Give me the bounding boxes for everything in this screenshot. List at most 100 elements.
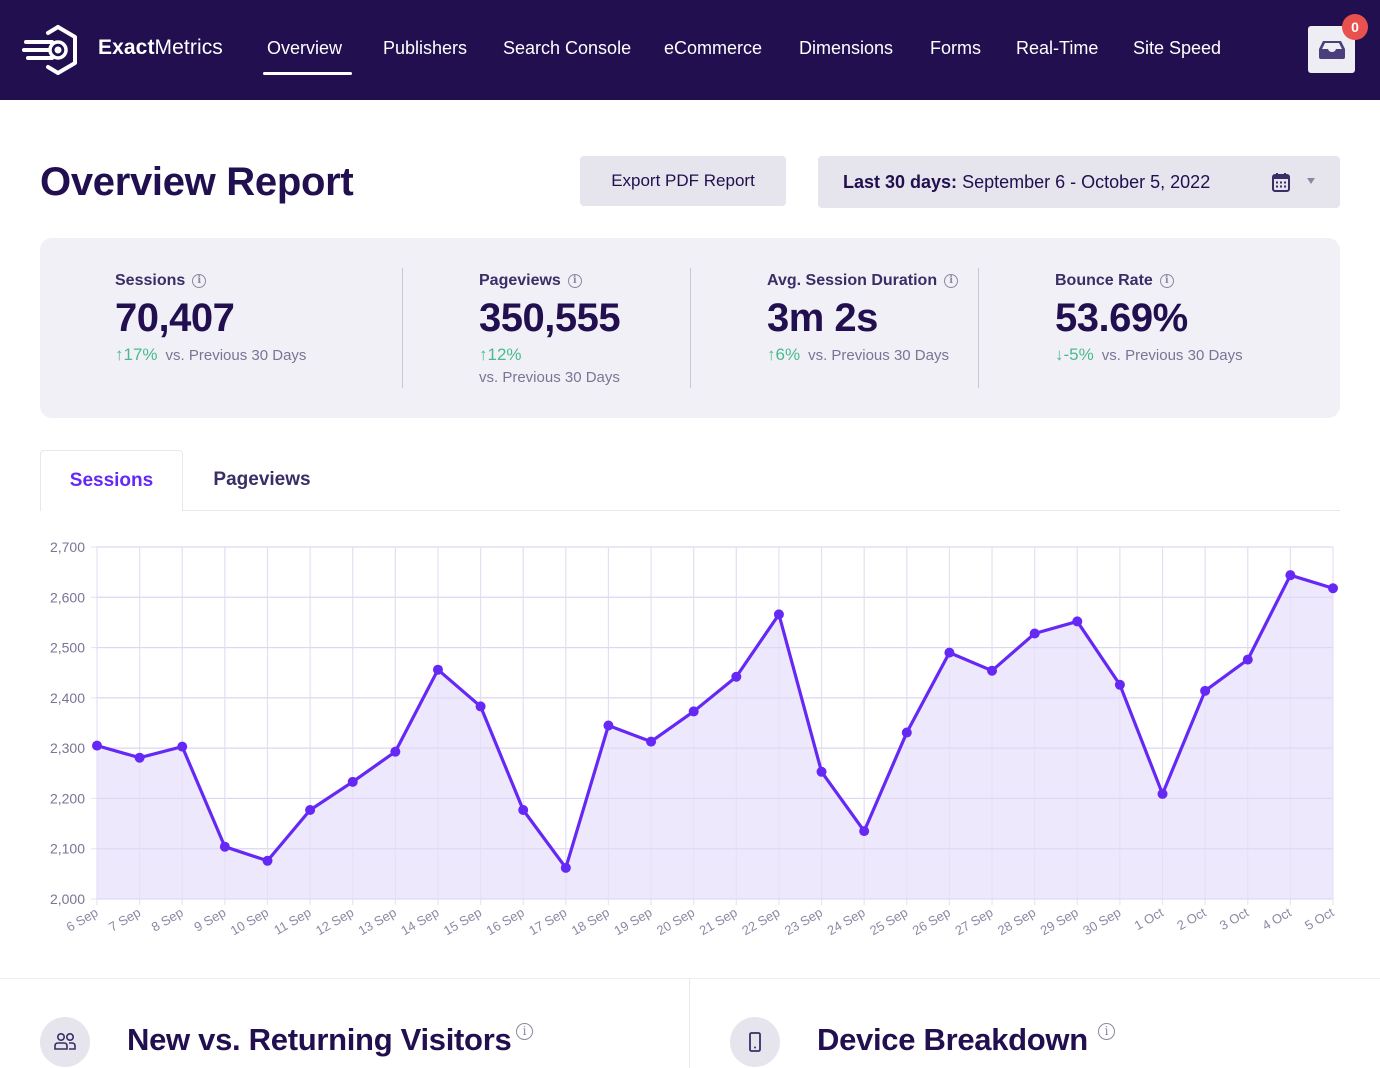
x-tick-label: 4 Oct bbox=[1259, 904, 1294, 933]
stat-change-value: 12% bbox=[487, 345, 522, 364]
x-tick-label: 21 Sep bbox=[697, 905, 740, 939]
y-tick-label: 2,000 bbox=[50, 891, 85, 907]
export-pdf-button[interactable]: Export PDF Report bbox=[580, 156, 786, 206]
data-point bbox=[646, 736, 657, 747]
stat-change-value: 6% bbox=[775, 345, 801, 364]
stat-label-text: Bounce Rate bbox=[1055, 272, 1153, 289]
x-tick-label: 6 Sep bbox=[64, 905, 101, 935]
stat-label: Avg. Session Duration i bbox=[767, 272, 959, 290]
data-point bbox=[262, 855, 273, 866]
info-icon[interactable]: i bbox=[944, 274, 959, 288]
stat-label-text: Sessions bbox=[115, 272, 186, 289]
nav-item-site-speed[interactable]: Site Speed bbox=[1133, 38, 1221, 59]
info-icon[interactable]: i bbox=[1098, 1022, 1115, 1040]
stat-label-text: Avg. Session Duration bbox=[767, 272, 938, 289]
section-divider bbox=[689, 978, 690, 1068]
section-title-device-breakdown: Device Breakdown bbox=[817, 1022, 1088, 1057]
stat-compare-text: vs. Previous 30 Days bbox=[1101, 346, 1243, 364]
data-point bbox=[305, 804, 316, 815]
x-tick-label: 17 Sep bbox=[526, 905, 569, 939]
stat-divider bbox=[402, 268, 403, 388]
mobile-device-icon bbox=[749, 1032, 761, 1052]
data-point bbox=[1157, 788, 1168, 799]
data-point bbox=[1285, 570, 1296, 581]
users-icon bbox=[54, 1032, 76, 1050]
x-tick-label: 13 Sep bbox=[356, 905, 399, 939]
nav-active-indicator bbox=[263, 72, 352, 75]
calendar-icon bbox=[1272, 173, 1290, 192]
x-tick-label: 16 Sep bbox=[484, 905, 527, 939]
date-range-value: September 6 - October 5, 2022 bbox=[957, 172, 1211, 192]
date-range-prefix: Last 30 days: bbox=[843, 172, 958, 192]
inbox-icon bbox=[1318, 40, 1345, 59]
x-tick-label: 1 Oct bbox=[1132, 904, 1167, 933]
x-tick-label: 27 Sep bbox=[952, 905, 995, 939]
nav-item-ecommerce[interactable]: eCommerce bbox=[664, 38, 762, 59]
data-point bbox=[1114, 679, 1125, 690]
nav-item-forms[interactable]: Forms bbox=[930, 38, 981, 59]
stat-label: Bounce Rate i bbox=[1055, 272, 1174, 290]
brand-name[interactable]: ExactMetrics bbox=[98, 36, 223, 60]
stat-value: 53.69% bbox=[1055, 296, 1188, 340]
data-point bbox=[816, 766, 827, 777]
tab-sessions[interactable]: Sessions bbox=[40, 450, 183, 511]
data-point bbox=[901, 727, 912, 738]
sessions-line-chart: 2,000 2,100 2,200 2,300 2,400 2,500 2,600 2,700… bbox=[50, 539, 1338, 938]
data-point bbox=[731, 671, 742, 682]
arrow-up-icon: ↑ bbox=[115, 345, 124, 364]
exactmetrics-logo-icon[interactable] bbox=[22, 24, 82, 76]
nav-item-publishers[interactable]: Publishers bbox=[383, 38, 467, 59]
data-point bbox=[1200, 685, 1211, 696]
info-icon[interactable]: i bbox=[567, 274, 582, 288]
info-icon[interactable]: i bbox=[516, 1022, 533, 1040]
y-tick-label: 2,400 bbox=[50, 690, 85, 706]
nav-item-overview[interactable]: Overview bbox=[267, 38, 342, 59]
x-tick-label: 2 Oct bbox=[1174, 904, 1209, 933]
arrow-up-icon: ↑ bbox=[767, 345, 776, 364]
sessions-area-fill bbox=[97, 575, 1333, 899]
y-tick-label: 2,100 bbox=[50, 841, 85, 857]
section-info[interactable]: i bbox=[516, 1022, 533, 1040]
info-icon[interactable]: i bbox=[1159, 274, 1174, 288]
date-range-picker[interactable]: Last 30 days: September 6 - October 5, 2… bbox=[818, 156, 1340, 208]
brand-name-light: Metrics bbox=[154, 36, 223, 59]
section-title-new-vs-returning: New vs. Returning Visitors bbox=[127, 1022, 512, 1057]
stat-compare-text: vs. Previous 30 Days bbox=[808, 346, 949, 364]
y-tick-label: 2,500 bbox=[50, 640, 85, 656]
stat-value: 350,555 bbox=[479, 296, 621, 340]
section-icon-wrapper bbox=[730, 1017, 780, 1067]
x-tick-label: 24 Sep bbox=[824, 905, 867, 939]
stat-label-text: Pageviews bbox=[479, 272, 561, 289]
data-point bbox=[688, 706, 699, 717]
section-info[interactable]: i bbox=[1098, 1022, 1115, 1040]
section-separator bbox=[0, 978, 1380, 979]
stat-change: ↑ 17% vs. Previous 30 Days bbox=[115, 345, 306, 365]
stat-change: ↑ 6% vs. Previous 30 Days bbox=[767, 345, 949, 365]
x-tick-label: 29 Sep bbox=[1038, 905, 1081, 939]
chart-area-layer bbox=[96, 546, 1334, 900]
tab-pageviews[interactable]: Pageviews bbox=[190, 450, 334, 510]
data-point bbox=[92, 740, 102, 751]
x-tick-label: 30 Sep bbox=[1080, 905, 1123, 939]
stat-label: Sessions i bbox=[115, 272, 207, 290]
x-axis-ticks: 6 Sep 7 Sep 8 Sep 9 Sep 10 Sep 11 Sep 12 Sep 13… bbox=[64, 904, 1337, 938]
top-navigation-bar: ExactMetrics Overview Publishers Search … bbox=[0, 0, 1380, 100]
nav-item-real-time[interactable]: Real-Time bbox=[1016, 38, 1098, 59]
x-tick-label: 23 Sep bbox=[782, 905, 825, 939]
data-point bbox=[475, 701, 486, 712]
data-point bbox=[1072, 616, 1083, 627]
nav-item-search-console[interactable]: Search Console bbox=[503, 38, 631, 59]
x-tick-label: 12 Sep bbox=[313, 905, 356, 939]
info-icon[interactable]: i bbox=[192, 274, 207, 288]
x-tick-label: 10 Sep bbox=[228, 905, 271, 939]
nav-item-dimensions[interactable]: Dimensions bbox=[799, 38, 893, 59]
stat-compare-text: vs. Previous 30 Days bbox=[479, 369, 620, 386]
x-tick-label: 28 Sep bbox=[995, 905, 1038, 939]
notification-count-badge: 0 bbox=[1342, 14, 1368, 40]
arrow-up-icon: ↑ bbox=[479, 345, 488, 364]
data-point bbox=[134, 752, 145, 763]
x-tick-label: 3 Oct bbox=[1217, 904, 1252, 933]
data-point bbox=[560, 862, 571, 873]
date-range-label: Last 30 days: September 6 - October 5, 2… bbox=[843, 172, 1210, 193]
data-point bbox=[347, 776, 358, 787]
